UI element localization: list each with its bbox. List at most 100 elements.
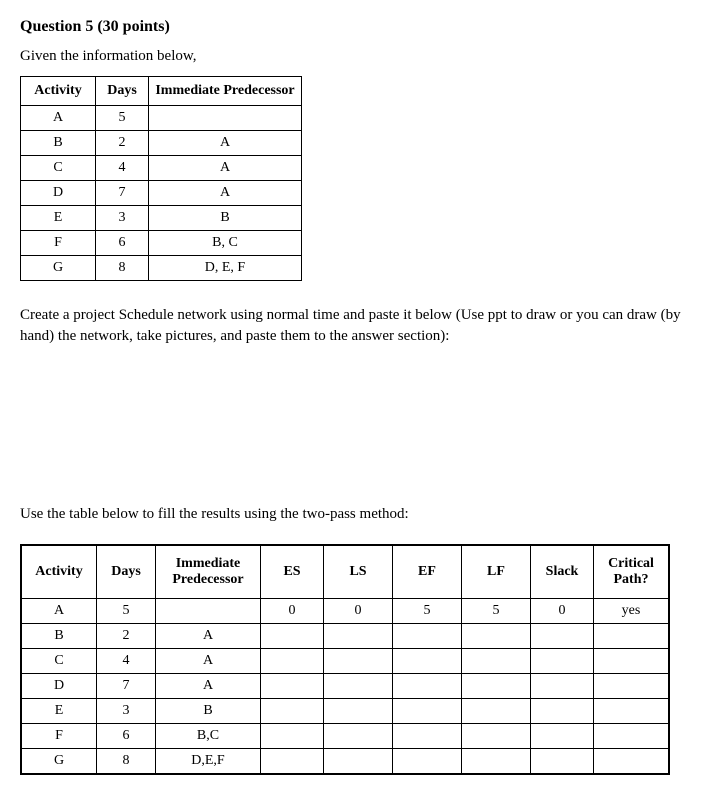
- table-cell: A: [156, 649, 261, 674]
- table-row: E3B: [21, 699, 669, 724]
- table-cell: G: [21, 749, 97, 775]
- table-row: C4A: [21, 156, 302, 181]
- table-cell: B: [156, 699, 261, 724]
- table-cell: B,C: [156, 724, 261, 749]
- twopass-table: Activity Days Immediate Predecessor ES L…: [20, 544, 670, 775]
- table-cell: A: [149, 156, 302, 181]
- table-cell: 3: [96, 206, 149, 231]
- table-cell: 6: [96, 231, 149, 256]
- table-cell: A: [21, 599, 97, 624]
- table-cell: C: [21, 649, 97, 674]
- table-cell: [594, 749, 670, 775]
- col-days: Days: [97, 545, 156, 599]
- table-cell: A: [149, 131, 302, 156]
- instruction-twopass: Use the table below to fill the results …: [20, 504, 683, 524]
- table-cell: 0: [324, 599, 393, 624]
- activity-table: Activity Days Immediate Predecessor A5B2…: [20, 76, 302, 281]
- table-cell: [261, 749, 324, 775]
- table-cell: [531, 699, 594, 724]
- table-cell: 8: [96, 256, 149, 281]
- table-cell: [324, 749, 393, 775]
- table-cell: yes: [594, 599, 670, 624]
- table-cell: 7: [97, 674, 156, 699]
- table-cell: [393, 724, 462, 749]
- table-cell: [594, 649, 670, 674]
- table-cell: 5: [97, 599, 156, 624]
- table-cell: E: [21, 206, 96, 231]
- table-cell: A: [156, 624, 261, 649]
- table-cell: [531, 724, 594, 749]
- table-row: G8D,E,F: [21, 749, 669, 775]
- table-cell: [531, 624, 594, 649]
- table-row: F6B, C: [21, 231, 302, 256]
- table-cell: 4: [96, 156, 149, 181]
- table-header-row: Activity Days Immediate Predecessor ES L…: [21, 545, 669, 599]
- table-cell: [462, 724, 531, 749]
- table-cell: [393, 674, 462, 699]
- table1-body: A5B2AC4AD7AE3BF6B, CG8D, E, F: [21, 106, 302, 281]
- col-lf: LF: [462, 545, 531, 599]
- table-cell: B: [21, 624, 97, 649]
- table-cell: [324, 649, 393, 674]
- table-cell: G: [21, 256, 96, 281]
- table-row: F6B,C: [21, 724, 669, 749]
- table-cell: [261, 699, 324, 724]
- table-cell: [261, 724, 324, 749]
- table-cell: A: [149, 181, 302, 206]
- table-cell: D, E, F: [149, 256, 302, 281]
- table-cell: [393, 699, 462, 724]
- table-cell: [156, 599, 261, 624]
- table-cell: [462, 699, 531, 724]
- table-cell: [531, 649, 594, 674]
- table-cell: [462, 624, 531, 649]
- table-cell: [261, 674, 324, 699]
- col-ls: LS: [324, 545, 393, 599]
- table-cell: 4: [97, 649, 156, 674]
- table-row: C4A: [21, 649, 669, 674]
- col-slack: Slack: [531, 545, 594, 599]
- col-critical: Critical Path?: [594, 545, 670, 599]
- table-cell: [324, 674, 393, 699]
- table-cell: [393, 749, 462, 775]
- table-cell: E: [21, 699, 97, 724]
- table-cell: B, C: [149, 231, 302, 256]
- table-cell: [531, 674, 594, 699]
- table-row: E3B: [21, 206, 302, 231]
- col-ef: EF: [393, 545, 462, 599]
- table2-body: A500550yesB2AC4AD7AE3BF6B,CG8D,E,F: [21, 599, 669, 775]
- table-cell: [324, 624, 393, 649]
- table-cell: [462, 749, 531, 775]
- col-predecessor: Immediate Predecessor: [156, 545, 261, 599]
- col-predecessor: Immediate Predecessor: [149, 77, 302, 106]
- table-row: B2A: [21, 131, 302, 156]
- table-row: G8D, E, F: [21, 256, 302, 281]
- table-cell: 6: [97, 724, 156, 749]
- table-cell: 5: [393, 599, 462, 624]
- table-cell: B: [149, 206, 302, 231]
- table-cell: [594, 674, 670, 699]
- table-cell: C: [21, 156, 96, 181]
- intro-text: Given the information below,: [20, 46, 683, 66]
- table-cell: [531, 749, 594, 775]
- table-cell: [462, 674, 531, 699]
- table-cell: D,E,F: [156, 749, 261, 775]
- table-row: A5: [21, 106, 302, 131]
- table-cell: [594, 724, 670, 749]
- col-activity: Activity: [21, 545, 97, 599]
- table-cell: 5: [96, 106, 149, 131]
- table-cell: 5: [462, 599, 531, 624]
- table-header-row: Activity Days Immediate Predecessor: [21, 77, 302, 106]
- table-cell: D: [21, 674, 97, 699]
- table-cell: [261, 649, 324, 674]
- table-cell: [149, 106, 302, 131]
- table-row: B2A: [21, 624, 669, 649]
- col-days: Days: [96, 77, 149, 106]
- table-cell: 3: [97, 699, 156, 724]
- table-cell: F: [21, 724, 97, 749]
- table-cell: F: [21, 231, 96, 256]
- table-cell: B: [21, 131, 96, 156]
- table-cell: D: [21, 181, 96, 206]
- table-cell: [393, 624, 462, 649]
- question-title: Question 5 (30 points): [20, 18, 683, 36]
- table-cell: [324, 699, 393, 724]
